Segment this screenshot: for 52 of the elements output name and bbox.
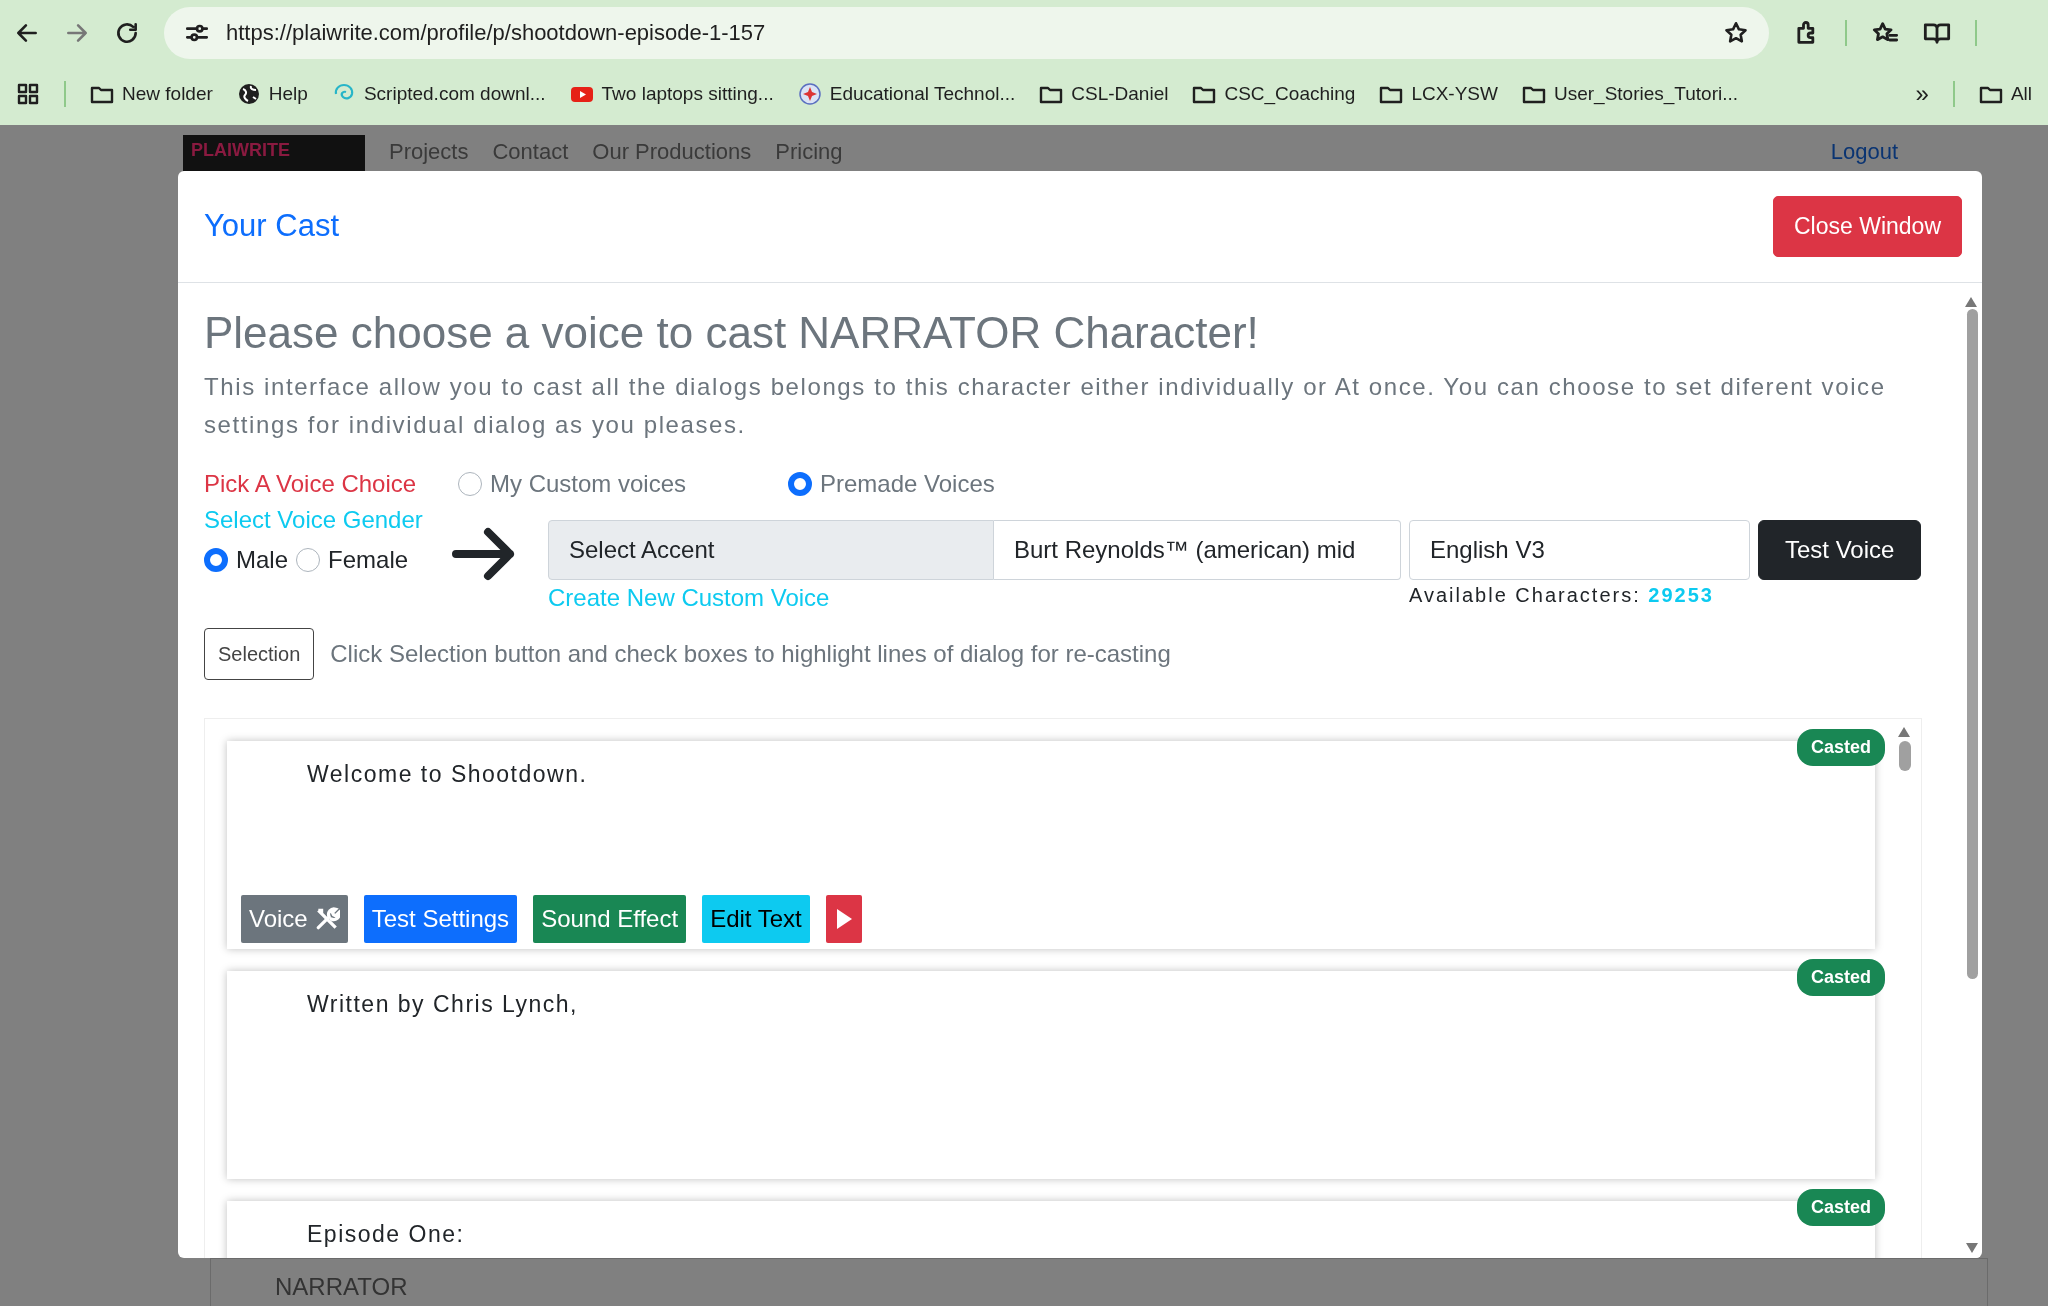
close-window-button[interactable]: Close Window [1773,196,1962,257]
address-bar[interactable]: https://plaiwrite.com/profile/p/shootdown-episode-1-157 [164,6,1769,59]
bookmark[interactable]: LCX-YSW [1379,79,1498,109]
radio-option[interactable]: Female [296,541,409,578]
dialog-button[interactable]: Edit Text [702,894,810,943]
bookmark[interactable]: Educational Technol... [797,79,1016,109]
bookmark[interactable]: Two laptops sitting... [569,79,774,109]
dialog-line: Episode One: [307,1219,466,1249]
more-bookmarks-button[interactable]: » [1915,76,1929,112]
hint-text: Click Selection button and check boxes to highlight lines of dialog for re-casting [330,638,1171,669]
radio-option[interactable]: My Custom voices [458,465,788,502]
scroll-thumb[interactable] [1899,740,1911,771]
emblem-icon [797,82,822,106]
dialog-line: Written by Chris Lynch, [307,989,579,1019]
description-text: This interface allow you to cast all the dialogs belongs to this character either individually or At once. You can choose to set diferent voice settings for individual dialog as you pleases. [204,371,1887,440]
selection-button[interactable]: Selection [204,627,315,680]
accent-select[interactable]: Select Accent [548,519,994,580]
bookmark[interactable]: New folder [90,79,213,109]
test-voice-button[interactable]: Test Voice [1758,519,1922,580]
apps-icon[interactable] [16,82,40,106]
url-text: https://plaiwrite.com/profile/p/shootdown-episode-1-157 [226,19,767,47]
bookmark[interactable]: User_Stories_Tutori... [1521,79,1739,109]
play-button[interactable] [825,894,862,943]
status-badge: Casted [1796,958,1885,996]
dialog-button[interactable]: Voice [241,894,348,943]
scroll-up-icon[interactable] [1897,725,1911,738]
available-label: Available Characters: [1409,583,1641,606]
model-select[interactable]: English V3 [1409,519,1750,580]
scroll-down-icon[interactable] [1965,1242,1979,1254]
scroll-thumb[interactable] [1967,309,1978,979]
radio-option[interactable]: Male [204,541,289,578]
status-badge: Casted [1796,728,1885,766]
bookmark[interactable]: CSL-Daniel [1039,79,1169,109]
character-name: NARRATOR [275,1273,408,1300]
dialog-line: Welcome to Shootdown. [307,759,589,789]
bookmark[interactable]: CSC_Coaching [1192,79,1356,109]
field-label: Select Voice Gender [204,504,424,535]
status-badge: Casted [1796,1188,1885,1226]
dialog-heading: Please choose a voice to cast NARRATOR Character! [204,307,1260,359]
bookmark[interactable]: Scripted.com downl... [331,79,546,109]
field-label: Pick A Voice Choice [204,468,418,499]
star-icon[interactable] [1723,19,1749,46]
dialog-button[interactable]: Test Settings [363,894,518,943]
globe-icon [236,82,261,106]
all-bookmarks[interactable]: All [1978,79,2032,109]
scroll-up-icon[interactable] [1964,295,1978,308]
dialog-title: Your Cast [204,207,339,246]
bookmark[interactable]: Help [236,79,308,109]
voice-select[interactable]: Burt Reynolds™ (american) mid [994,519,1401,580]
dialog-button[interactable]: Sound Effect [533,894,687,943]
radio-option[interactable]: Premade Voices [788,465,995,502]
available-count: 29253 [1648,583,1714,606]
